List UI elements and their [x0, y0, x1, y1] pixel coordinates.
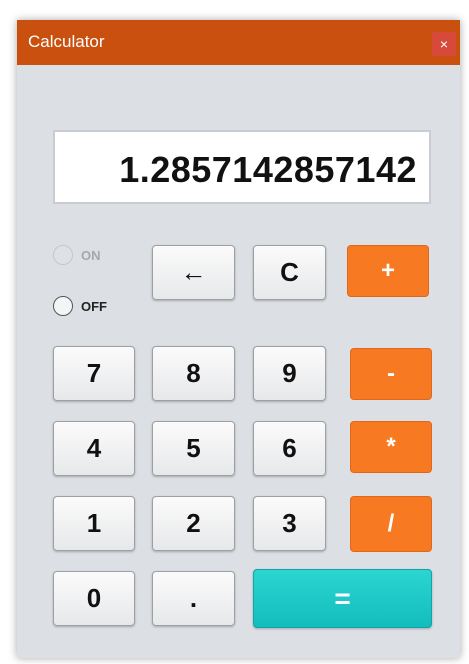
- power-on-label: ON: [81, 247, 101, 263]
- digit-0-button[interactable]: 0: [53, 571, 135, 626]
- result-display: 1.2857142857142: [53, 130, 431, 204]
- calculator-window: Calculator × 1.2857142857142 ON OFF ← C …: [17, 20, 460, 658]
- digit-9-button[interactable]: 9: [253, 346, 326, 401]
- equals-button[interactable]: =: [253, 569, 432, 628]
- close-button[interactable]: ×: [432, 32, 456, 56]
- multiply-button[interactable]: *: [350, 421, 432, 473]
- title-bar[interactable]: Calculator ×: [17, 20, 460, 65]
- clear-button[interactable]: C: [253, 245, 326, 300]
- divide-button[interactable]: /: [350, 496, 432, 552]
- radio-off-indicator: [53, 296, 73, 316]
- window-title: Calculator: [28, 32, 105, 51]
- digit-2-button[interactable]: 2: [152, 496, 235, 551]
- power-off-radio[interactable]: OFF: [53, 296, 107, 316]
- digit-1-button[interactable]: 1: [53, 496, 135, 551]
- digit-4-button[interactable]: 4: [53, 421, 135, 476]
- minus-button[interactable]: -: [350, 348, 432, 400]
- digit-5-button[interactable]: 5: [152, 421, 235, 476]
- backspace-button[interactable]: ←: [152, 245, 235, 300]
- digit-3-button[interactable]: 3: [253, 496, 326, 551]
- digit-6-button[interactable]: 6: [253, 421, 326, 476]
- display-value: 1.2857142857142: [119, 149, 417, 190]
- plus-button[interactable]: +: [347, 245, 429, 297]
- digit-7-button[interactable]: 7: [53, 346, 135, 401]
- digit-8-button[interactable]: 8: [152, 346, 235, 401]
- radio-on-indicator: [53, 245, 73, 265]
- power-on-radio[interactable]: ON: [53, 245, 101, 265]
- power-off-label: OFF: [81, 298, 107, 314]
- decimal-button[interactable]: .: [152, 571, 235, 626]
